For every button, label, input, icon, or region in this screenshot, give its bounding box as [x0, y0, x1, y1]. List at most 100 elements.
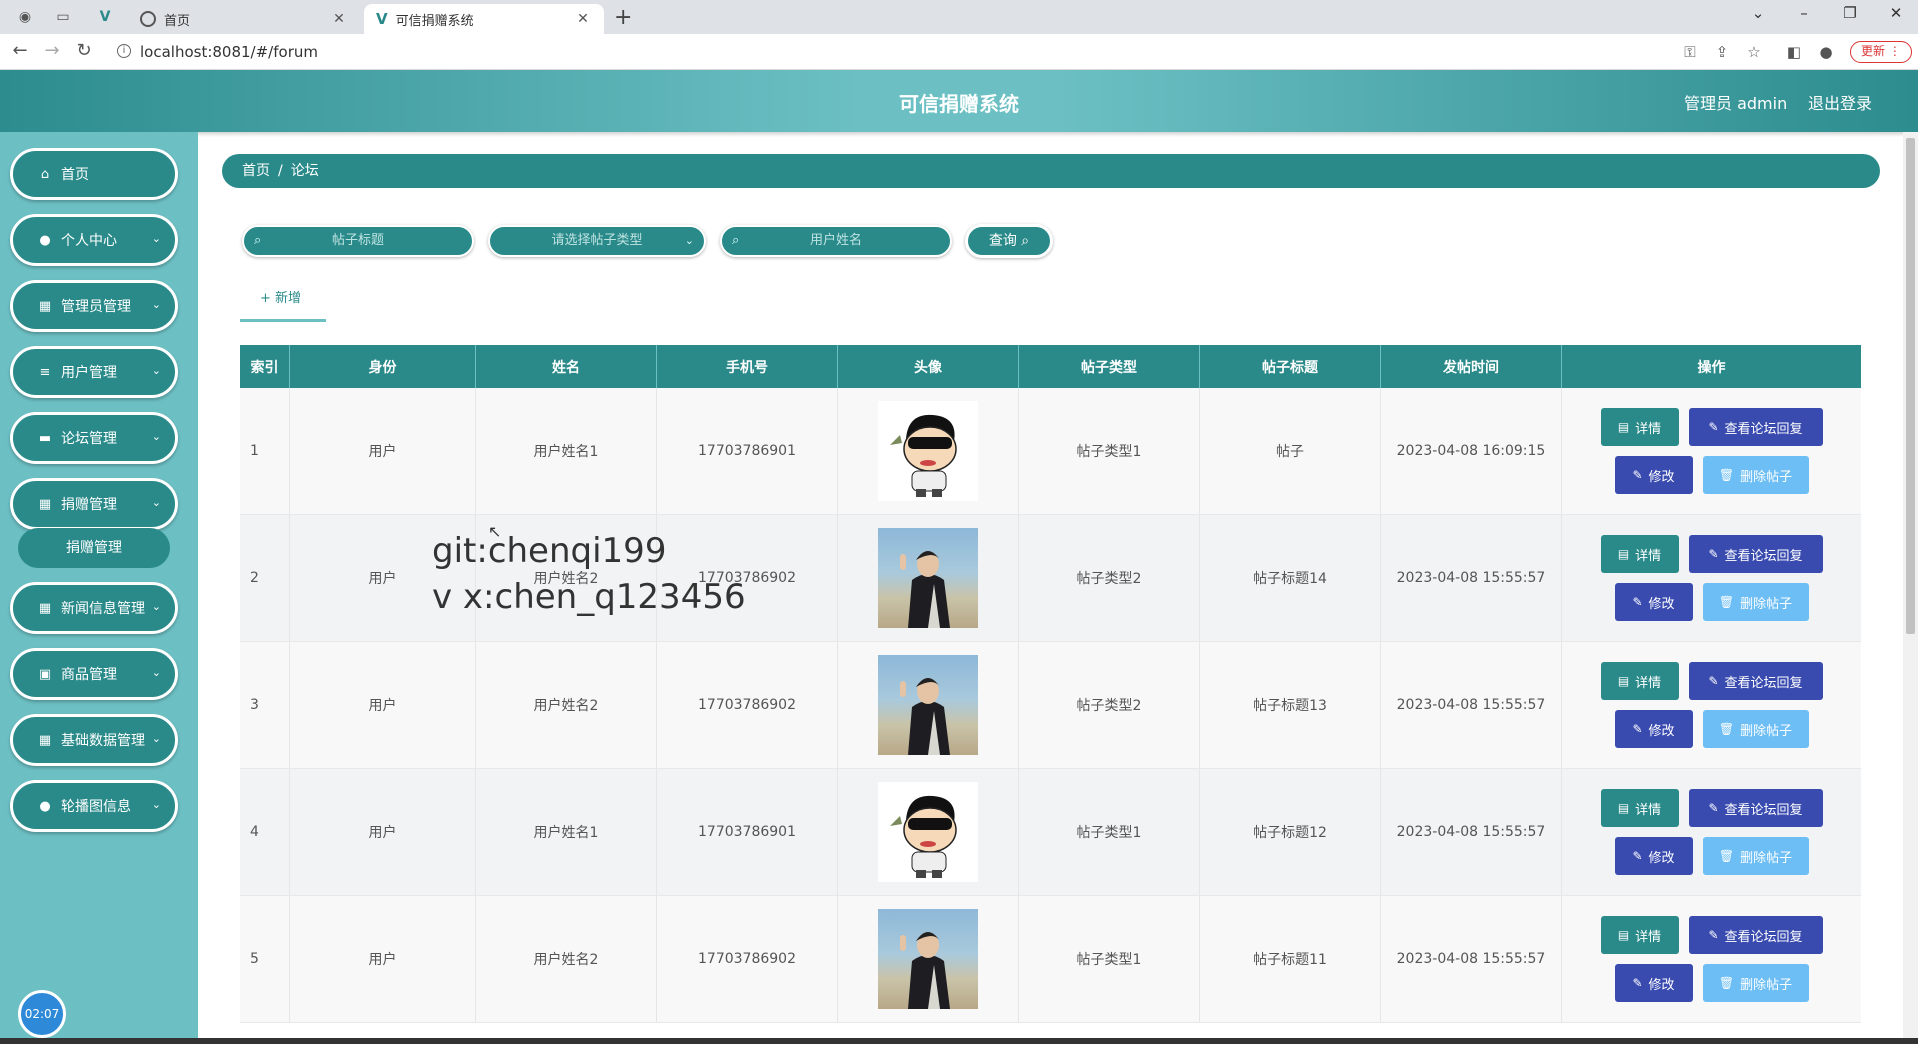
delete-post-button[interactable]: 🗑 删除帖子 — [1702, 710, 1809, 748]
chevron-down-icon: ⌄ — [151, 798, 161, 811]
detail-button[interactable]: ▤ 详情 — [1600, 408, 1679, 446]
search-icon: ⌕ — [1021, 233, 1030, 249]
blank-tab-icon[interactable]: ▭ — [52, 6, 74, 28]
cell-name: 用户姓名2 — [476, 642, 657, 768]
tab-home[interactable]: 首页 ✕ — [128, 4, 360, 34]
view-replies-button[interactable]: ✎ 查看论坛回复 — [1688, 535, 1823, 573]
user-icon: ● — [39, 232, 51, 248]
cell-index: 5 — [240, 896, 290, 1022]
edit-icon: ✎ — [1708, 674, 1719, 688]
view-replies-button[interactable]: ✎ 查看论坛回复 — [1688, 916, 1823, 954]
reply-label: 查看论坛回复 — [1724, 675, 1803, 691]
tab-list-icon[interactable]: ⌄ — [1743, 4, 1773, 22]
delete-post-button[interactable]: 🗑 删除帖子 — [1702, 964, 1809, 1002]
trash-icon: 🗑 — [1718, 976, 1735, 990]
key-icon[interactable]: ⚿ — [1680, 43, 1700, 61]
cell-time: 2023-04-08 16:09:15 — [1381, 388, 1562, 514]
delete-post-button[interactable]: 🗑 删除帖子 — [1702, 456, 1809, 494]
edit-icon: ✎ — [1632, 849, 1643, 863]
reload-icon[interactable]: ↻ — [72, 40, 96, 61]
cell-time: 2023-04-08 15:55:57 — [1381, 515, 1562, 641]
column-header: 手机号 — [657, 345, 838, 388]
title-search-input[interactable]: ⌕ 帖子标题 — [242, 225, 474, 257]
edit-icon: ✎ — [1632, 976, 1643, 990]
cell-avatar — [838, 769, 1019, 895]
profile-icon[interactable]: ● — [1816, 43, 1836, 61]
delete-post-button[interactable]: 🗑 删除帖子 — [1702, 837, 1809, 875]
cell-index: 4 — [240, 769, 290, 895]
add-button[interactable]: + 新增 — [240, 288, 326, 322]
close-icon[interactable]: ✕ — [330, 11, 348, 27]
vue-icon[interactable]: V — [94, 6, 116, 28]
sidebar-item-carousel[interactable]: ● 轮播图信息 ⌄ — [10, 780, 178, 832]
column-header: 帖子类型 — [1019, 345, 1200, 388]
scrollbar-thumb[interactable] — [1906, 138, 1915, 634]
sidepanel-icon[interactable]: ◧ — [1784, 43, 1804, 61]
sidebar-item-label: 新闻信息管理 — [61, 601, 145, 617]
logout-link[interactable]: 退出登录 — [1808, 90, 1872, 114]
sidebar-subitem-donation[interactable]: 捐赠管理 — [18, 528, 170, 568]
post-type-select[interactable]: 请选择帖子类型 ⌄ — [488, 225, 706, 257]
minimize-button[interactable]: – — [1789, 4, 1819, 22]
table-row: 3 用户 用户姓名2 17703786902 帖子类型2 帖子标题13 2023… — [240, 642, 1861, 769]
detail-button[interactable]: ▤ 详情 — [1600, 662, 1679, 700]
edit-button[interactable]: ✎ 修改 — [1614, 964, 1693, 1002]
breadcrumb-home[interactable]: 首页 — [242, 163, 270, 179]
sidebar-item-news[interactable]: ▦ 新闻信息管理 ⌄ — [10, 582, 178, 634]
window-close-button[interactable]: ✕ — [1881, 4, 1911, 22]
reply-label: 查看论坛回复 — [1724, 548, 1803, 564]
view-replies-button[interactable]: ✎ 查看论坛回复 — [1688, 408, 1823, 446]
username-search-input[interactable]: ⌕ 用户姓名 — [720, 225, 952, 257]
edit-label: 修改 — [1648, 850, 1675, 866]
cell-avatar — [838, 515, 1019, 641]
sidebar-item-home[interactable]: ⌂ 首页 — [10, 148, 178, 200]
forward-icon[interactable]: → — [40, 40, 64, 61]
url-field[interactable]: localhost:8081/#/forum — [140, 43, 318, 61]
sidebar-item-label: 个人中心 — [61, 233, 117, 249]
sidebar-item-personal[interactable]: ● 个人中心 ⌄ — [10, 214, 178, 266]
edit-button[interactable]: ✎ 修改 — [1614, 456, 1693, 494]
cell-role: 用户 — [290, 642, 476, 768]
github-icon[interactable]: ◉ — [14, 6, 36, 28]
delete-post-button[interactable]: 🗑 删除帖子 — [1702, 583, 1809, 621]
edit-icon: ✎ — [1708, 801, 1719, 815]
restore-button[interactable]: ❐ — [1835, 4, 1865, 22]
edit-button[interactable]: ✎ 修改 — [1614, 710, 1693, 748]
cell-type: 帖子类型1 — [1019, 769, 1200, 895]
delete-label: 删除帖子 — [1740, 850, 1793, 866]
edit-icon: ✎ — [1708, 928, 1719, 942]
edit-icon: ✎ — [1708, 420, 1719, 434]
share-icon[interactable]: ⇪ — [1712, 43, 1732, 61]
tab-active[interactable]: V 可信捐赠系统 ✕ — [364, 4, 604, 34]
reply-label: 查看论坛回复 — [1724, 802, 1803, 818]
detail-button[interactable]: ▤ 详情 — [1600, 535, 1679, 573]
edit-label: 修改 — [1648, 596, 1675, 612]
sidebar-item-users[interactable]: ≡ 用户管理 ⌄ — [10, 346, 178, 398]
view-replies-button[interactable]: ✎ 查看论坛回复 — [1688, 789, 1823, 827]
sidebar-item-goods[interactable]: ▣ 商品管理 ⌄ — [10, 648, 178, 700]
edit-button[interactable]: ✎ 修改 — [1614, 837, 1693, 875]
back-icon[interactable]: ← — [8, 40, 32, 61]
star-icon[interactable]: ☆ — [1744, 43, 1764, 61]
sidebar-item-forum[interactable]: ▬ 论坛管理 ⌄ — [10, 412, 178, 464]
sidebar-item-basic-data[interactable]: ▦ 基础数据管理 ⌄ — [10, 714, 178, 766]
new-tab-button[interactable]: + — [614, 5, 632, 30]
edit-button[interactable]: ✎ 修改 — [1614, 583, 1693, 621]
query-button[interactable]: 查询 ⌕ — [965, 224, 1053, 258]
cell-time: 2023-04-08 15:55:57 — [1381, 896, 1562, 1022]
chevron-down-icon: ⌄ — [151, 496, 161, 509]
clock-badge: 02:07 — [18, 990, 66, 1038]
update-button[interactable]: 更新 ⋮ — [1850, 41, 1912, 63]
tab-title: 首页 — [164, 13, 191, 29]
cell-phone: 17703786902 — [657, 642, 838, 768]
close-icon[interactable]: ✕ — [574, 11, 592, 27]
sidebar-item-admins[interactable]: ▦ 管理员管理 ⌄ — [10, 280, 178, 332]
sidebar-item-donation[interactable]: ▦ 捐赠管理 ⌄ — [10, 478, 178, 530]
sidebar-item-label: 捐赠管理 — [61, 497, 117, 513]
detail-button[interactable]: ▤ 详情 — [1600, 916, 1679, 954]
info-icon[interactable]: i — [117, 44, 131, 58]
view-replies-button[interactable]: ✎ 查看论坛回复 — [1688, 662, 1823, 700]
detail-button[interactable]: ▤ 详情 — [1600, 789, 1679, 827]
document-icon: ▤ — [1617, 674, 1630, 688]
chevron-down-icon: ⌄ — [151, 298, 161, 311]
